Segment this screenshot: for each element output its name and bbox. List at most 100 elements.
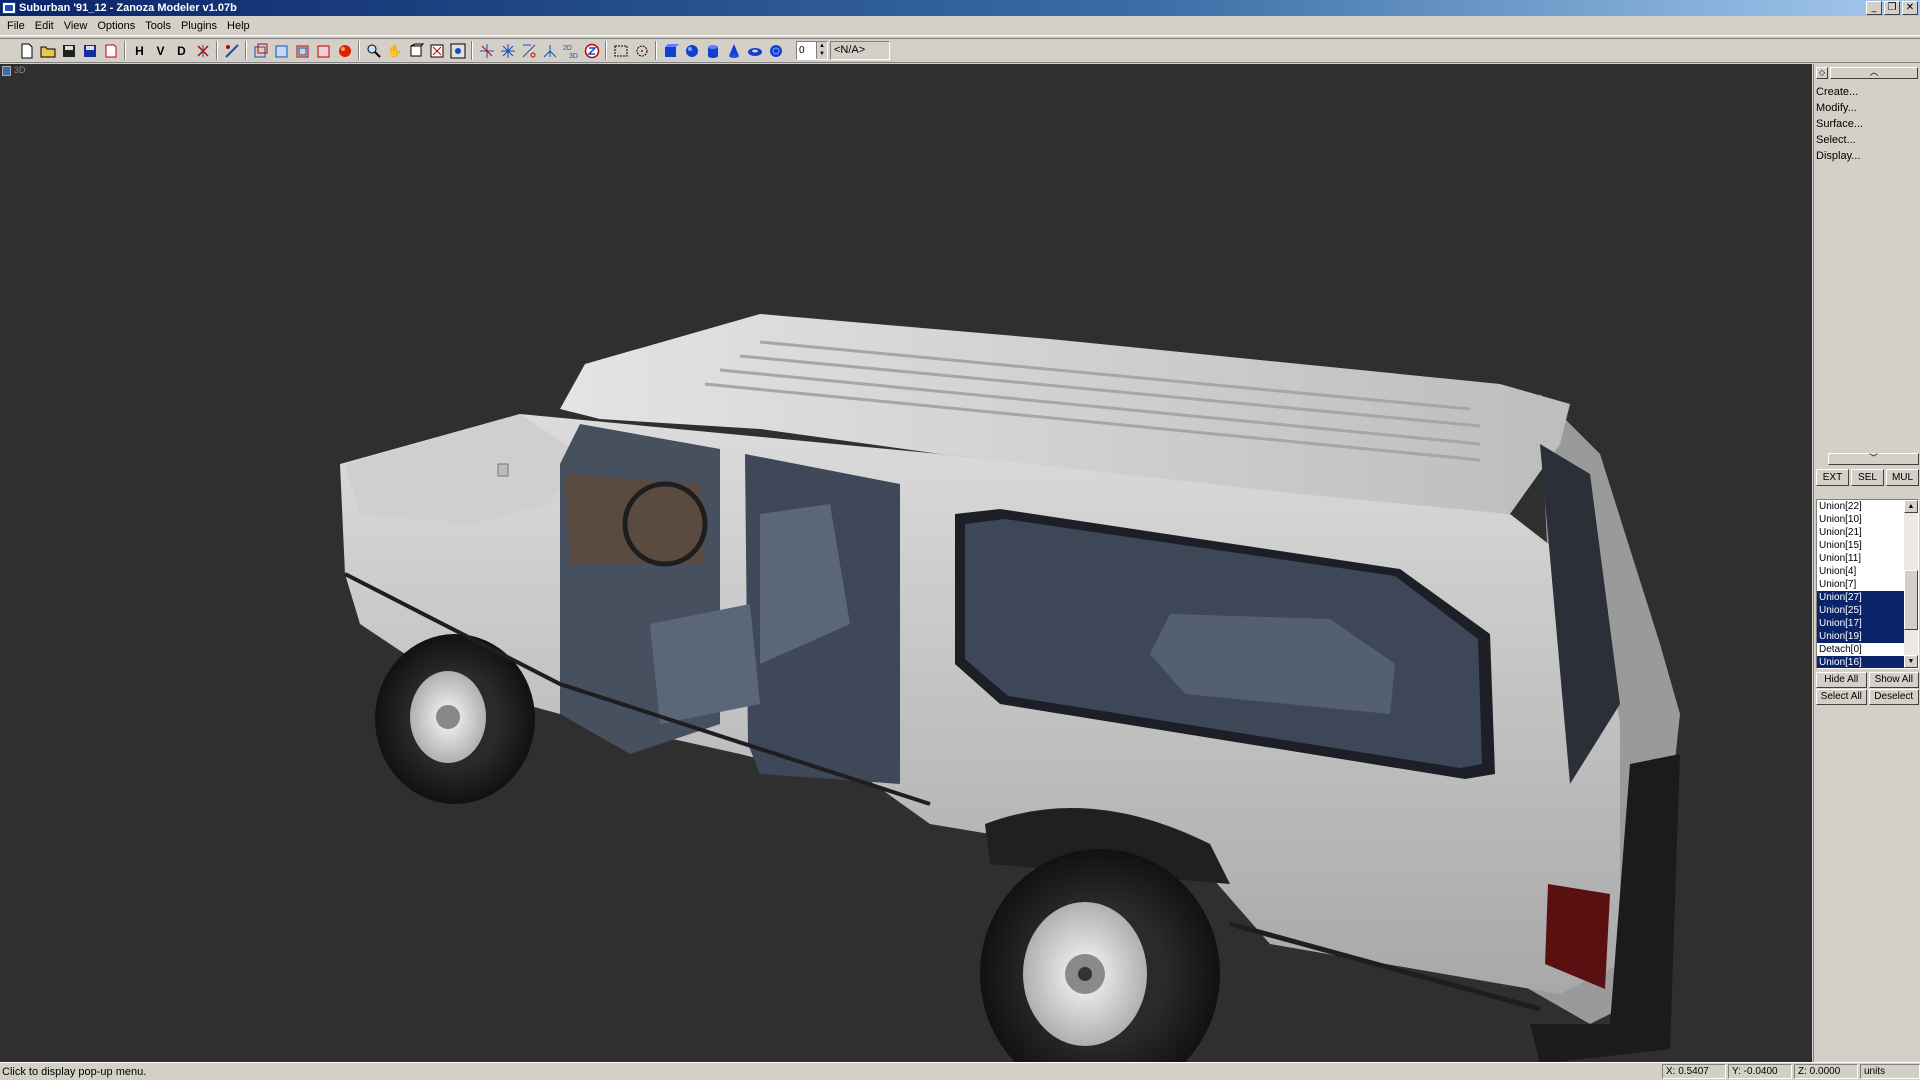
snap-icon[interactable] <box>221 40 242 61</box>
list-item[interactable]: Union[15] <box>1817 539 1905 552</box>
rotate-tool-icon[interactable] <box>518 40 539 61</box>
value-spinner[interactable]: 0 ▲ ▼ <box>796 41 828 60</box>
select-all-button[interactable]: Select All <box>1816 689 1867 705</box>
zanoza-logo-icon[interactable] <box>581 40 602 61</box>
mode-sel-button[interactable]: SEL <box>1851 469 1884 486</box>
list-item[interactable]: Union[22] <box>1817 500 1905 513</box>
create-box-icon[interactable] <box>660 40 681 61</box>
status-units: units <box>1860 1064 1920 1079</box>
open-folder-icon[interactable] <box>37 40 58 61</box>
object-list[interactable]: Union[22] Union[10] Union[21] Union[15] Unio… <box>1816 499 1919 669</box>
list-item[interactable]: Union[21] <box>1817 526 1905 539</box>
minimize-button[interactable]: _ <box>1866 1 1882 15</box>
export-icon[interactable] <box>100 40 121 61</box>
list-item[interactable]: Detach[0] <box>1817 643 1905 656</box>
list-item[interactable]: Union[4] <box>1817 565 1905 578</box>
status-x-coord: X: 0.5407 <box>1662 1064 1726 1079</box>
svg-text:3D: 3D <box>569 53 578 59</box>
cmd-select[interactable]: Select... <box>1814 132 1920 148</box>
create-sphere-icon[interactable] <box>681 40 702 61</box>
box-view-icon[interactable] <box>250 40 271 61</box>
deselect-button[interactable]: Deselect <box>1868 689 1919 705</box>
toolbar-separator <box>471 41 473 60</box>
material-combo[interactable]: <N/A> <box>830 41 890 60</box>
menu-options[interactable]: Options <box>92 20 140 32</box>
menu-tools[interactable]: Tools <box>140 20 176 32</box>
select-rect-icon[interactable] <box>610 40 631 61</box>
list-item[interactable]: Union[11] <box>1817 552 1905 565</box>
list-item[interactable]: Union[17] <box>1817 617 1905 630</box>
rotate-view-icon[interactable] <box>405 40 426 61</box>
render-sphere-icon[interactable] <box>334 40 355 61</box>
mode-mul-button[interactable]: MUL <box>1886 469 1919 486</box>
view-v-button[interactable]: V <box>150 40 171 61</box>
list-item[interactable]: Union[10] <box>1817 513 1905 526</box>
save-as-icon[interactable] <box>79 40 100 61</box>
menu-plugins[interactable]: Plugins <box>176 20 222 32</box>
menu-help[interactable]: Help <box>222 20 255 32</box>
create-cylinder-icon[interactable] <box>702 40 723 61</box>
window-title: Suburban '91_12 - Zanoza Modeler v1.07b <box>19 2 237 14</box>
new-file-icon[interactable] <box>16 40 37 61</box>
command-panel: ◇ ︿ Create... Modify... Surface... Selec… <box>1813 64 1920 1062</box>
pan-hand-icon[interactable]: ✋ <box>384 40 405 61</box>
viewport-label: 3D <box>14 65 26 75</box>
create-geosphere-icon[interactable] <box>765 40 786 61</box>
close-button[interactable]: ✕ <box>1902 1 1918 15</box>
menu-edit[interactable]: Edit <box>30 20 59 32</box>
scroll-down-arrow-icon[interactable]: ▼ <box>1904 655 1918 668</box>
hide-all-button[interactable]: Hide All <box>1816 672 1867 688</box>
list-item[interactable]: Union[16] <box>1817 656 1905 668</box>
status-bar: Click to display pop-up menu. X: 0.5407 … <box>0 1062 1920 1080</box>
scroll-thumb[interactable] <box>1904 570 1918 630</box>
app-icon <box>2 2 16 14</box>
toolbar-separator <box>124 41 126 60</box>
scroll-up-arrow-icon[interactable]: ▲ <box>1904 500 1918 513</box>
list-item[interactable]: Union[25] <box>1817 604 1905 617</box>
zoom-icon[interactable] <box>363 40 384 61</box>
axis-icon[interactable] <box>192 40 213 61</box>
move-tool-icon[interactable] <box>476 40 497 61</box>
panel-scroll-down-icon[interactable]: ﹀ <box>1828 453 1919 465</box>
toolbar-separator <box>358 41 360 60</box>
cmd-surface[interactable]: Surface... <box>1814 116 1920 132</box>
spinner-arrows-icon[interactable]: ▲ ▼ <box>816 42 827 59</box>
scale-tool-icon[interactable] <box>497 40 518 61</box>
box-front-icon[interactable] <box>271 40 292 61</box>
svg-text:2D: 2D <box>563 45 572 52</box>
mode-ext-button[interactable]: EXT <box>1816 469 1849 486</box>
list-item[interactable]: Union[19] <box>1817 630 1905 643</box>
title-bar: Suburban '91_12 - Zanoza Modeler v1.07b … <box>0 0 1920 16</box>
box-side-icon[interactable] <box>292 40 313 61</box>
create-torus-icon[interactable] <box>744 40 765 61</box>
toolbar-separator <box>245 41 247 60</box>
panel-toggle-icon[interactable]: ◇ <box>1816 67 1828 79</box>
zoom-all-icon[interactable] <box>447 40 468 61</box>
show-all-button[interactable]: Show All <box>1868 672 1919 688</box>
view-d-button[interactable]: D <box>171 40 192 61</box>
menu-file[interactable]: File <box>2 20 30 32</box>
create-cone-icon[interactable] <box>723 40 744 61</box>
viewport-menu-pin-icon[interactable] <box>2 66 11 76</box>
cmd-modify[interactable]: Modify... <box>1814 100 1920 116</box>
3d-viewport[interactable]: 3D <box>0 64 1812 1062</box>
toggle-2d-3d-icon[interactable]: 2D 3D <box>560 40 581 61</box>
menu-view[interactable]: View <box>59 20 93 32</box>
list-item[interactable]: Union[27] <box>1817 591 1905 604</box>
cmd-create[interactable]: Create... <box>1814 84 1920 100</box>
status-y-coord: Y: -0.0400 <box>1728 1064 1792 1079</box>
view-h-button[interactable]: H <box>129 40 150 61</box>
main-toolbar: H V D ✋ 2D 3D 0 ▲ ▼ <N/A> <box>0 38 1920 63</box>
zoom-extents-icon[interactable] <box>426 40 447 61</box>
cmd-display[interactable]: Display... <box>1814 148 1920 164</box>
restore-button[interactable]: ❐ <box>1884 1 1900 15</box>
menu-bar: File Edit View Options Tools Plugins Hel… <box>0 17 1920 36</box>
panel-scroll-up-icon[interactable]: ︿ <box>1830 67 1918 79</box>
object-list-scrollbar[interactable]: ▲ ▼ <box>1904 500 1918 668</box>
list-item[interactable]: Union[7] <box>1817 578 1905 591</box>
mirror-tool-icon[interactable] <box>539 40 560 61</box>
save-icon[interactable] <box>58 40 79 61</box>
select-circle-icon[interactable] <box>631 40 652 61</box>
toolbar-separator <box>605 41 607 60</box>
box-render-icon[interactable] <box>313 40 334 61</box>
